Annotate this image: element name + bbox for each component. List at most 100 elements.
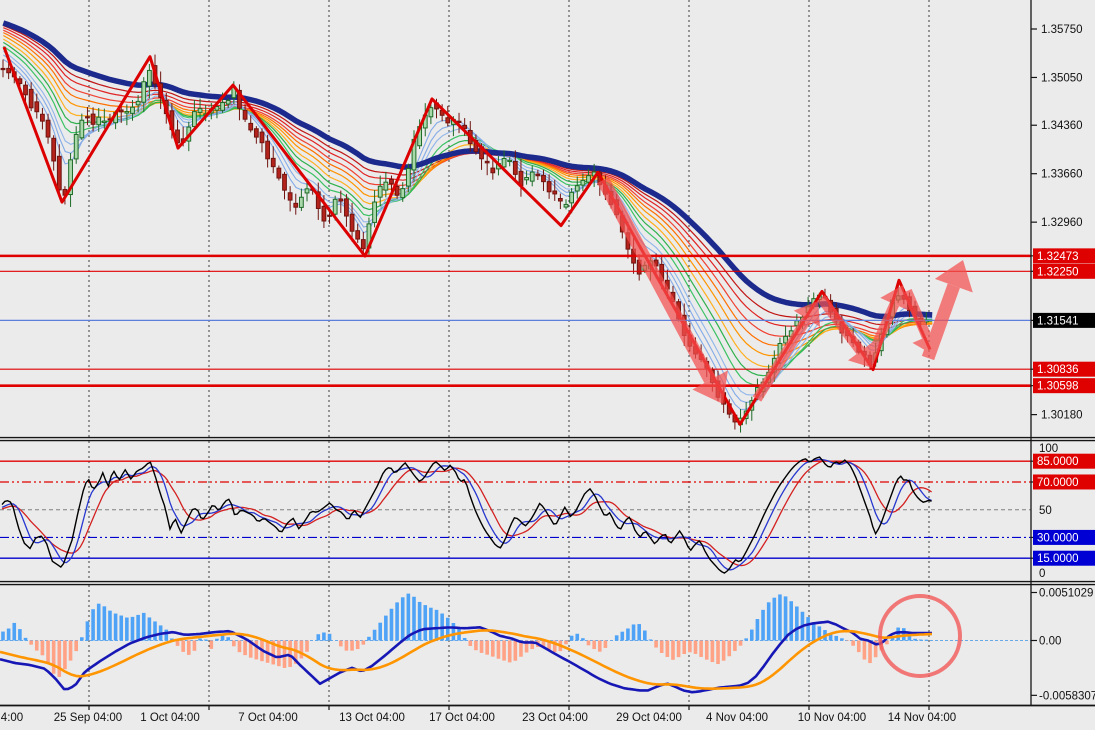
macd-histogram-bar [367, 636, 371, 641]
macd-histogram-bar [23, 637, 28, 641]
macd-histogram-bar [761, 609, 765, 641]
macd-histogram-bar [659, 640, 664, 653]
macd-histogram-bar [344, 640, 349, 651]
macd-histogram-bar [620, 631, 625, 641]
candle-body [79, 119, 85, 139]
macd-histogram-bar [856, 640, 861, 653]
macd-histogram-bar [631, 624, 636, 641]
macd-histogram-bar [840, 638, 844, 641]
macd-histogram-bar [924, 639, 929, 641]
price-level-badge: 1.32473 [1037, 251, 1079, 263]
candle-body [389, 178, 394, 185]
macd-histogram-bar [485, 640, 489, 655]
candle-body [349, 213, 355, 232]
price-chart[interactable]: 1.35750 1.35050 1.34360 1.33660 1.32960 1.301… [0, 0, 1095, 730]
macd-histogram-bar [203, 639, 208, 641]
candle-body [101, 120, 107, 123]
candle-body [253, 128, 259, 138]
macd-histogram-bar [676, 640, 681, 658]
macd-histogram-bar [186, 640, 191, 655]
macd-histogram-bar [913, 638, 917, 641]
macd-histogram-bar [564, 640, 568, 645]
macd-histogram-bar [378, 622, 383, 641]
macd-histogram-bar [733, 640, 737, 651]
macd-histogram-bar [671, 640, 675, 660]
candle-body [535, 173, 541, 177]
candle-body [130, 106, 135, 114]
macd-histogram-bar [389, 608, 394, 641]
candle-body [405, 168, 411, 187]
macd-histogram-bar [597, 640, 602, 652]
candle-body [56, 155, 62, 191]
macd-histogram-bar [305, 640, 309, 652]
macd-histogram-bar [232, 640, 236, 647]
macd-histogram-bar [299, 640, 304, 659]
macd-histogram-bar [226, 637, 230, 641]
candle-body [355, 230, 361, 240]
macd-histogram-bar [339, 640, 343, 647]
candle-body [146, 69, 152, 87]
candle-body [490, 167, 496, 174]
candle-body [51, 137, 57, 162]
oscillator-mid-line [1, 458, 932, 571]
macd-histogram-bar [125, 617, 129, 641]
candle-body [220, 102, 225, 111]
macd-histogram-bar [130, 616, 135, 641]
trading-terminal: 1.35750 1.35050 1.34360 1.33660 1.32960 1.301… [0, 0, 1095, 730]
candle-body [298, 196, 304, 208]
candle-body [304, 188, 310, 194]
macd-histogram-bar [851, 640, 855, 646]
candle-body [377, 185, 383, 198]
candle-body [270, 157, 276, 168]
date-label: 23 Oct 04:00 [522, 712, 588, 724]
macd-histogram-bar [795, 606, 799, 641]
macd-histogram-bar [811, 622, 816, 641]
price-tick-label: 1.34360 [1041, 120, 1083, 132]
date-label: 7 Oct 04:00 [238, 712, 297, 724]
price-axis[interactable]: 1.35750 1.35050 1.34360 1.33660 1.32960 1.301… [1031, 24, 1095, 702]
macd-histogram-bar [254, 640, 259, 660]
macd-histogram-bar [1, 631, 5, 641]
candle-body [569, 191, 575, 204]
macd-histogram-bar [417, 601, 422, 641]
macd-panel[interactable] [0, 585, 1031, 705]
candle-body [141, 81, 147, 103]
main-candle-panel[interactable] [0, 0, 1031, 437]
macd-histogram-bar [181, 640, 185, 652]
macd-histogram-bar [164, 629, 169, 641]
candle-body [338, 198, 344, 202]
price-level-badge: 1.32250 [1037, 266, 1079, 278]
macd-histogram-bar [704, 640, 709, 660]
macd-histogram-bar [18, 629, 22, 641]
macd-histogram-bar [834, 635, 839, 641]
candle-body [96, 116, 102, 126]
macd-histogram-bar [85, 621, 90, 641]
time-axis[interactable]: 4:00 25 Sep 04:00 1 Oct 04:00 7 Oct 04:00 13… [1, 705, 956, 724]
macd-histogram-bar [592, 640, 596, 650]
date-label: 4:00 [1, 712, 23, 724]
oscillator-panel[interactable] [0, 441, 1031, 581]
macd-histogram-bar [34, 640, 39, 651]
candle-body [248, 122, 254, 131]
candle-body [501, 158, 507, 168]
zigzag-indicator-line[interactable] [2, 46, 932, 426]
macd-histogram-bar [643, 630, 647, 641]
macd-histogram-bar [896, 627, 900, 641]
macd-histogram-bar [479, 640, 484, 653]
macd-histogram-bar [693, 640, 698, 654]
candle-body [265, 140, 271, 160]
oscillator-tick-label: 0 [1039, 568, 1045, 580]
candle-body [580, 179, 586, 186]
candle-body [383, 181, 389, 191]
trend-arrow-shaft[interactable] [752, 316, 812, 402]
price-tick-label: 1.30180 [1041, 410, 1083, 422]
candle-body [372, 201, 377, 223]
macd-histogram-bar [727, 640, 732, 657]
macd-histogram-bar [141, 612, 146, 641]
date-label: 29 Oct 04:00 [616, 712, 682, 724]
candle-body [0, 67, 6, 71]
macd-histogram-bar [429, 607, 433, 641]
macd-histogram-bar [322, 632, 326, 641]
macd-histogram-bar [198, 638, 202, 641]
candle-body [344, 198, 349, 217]
